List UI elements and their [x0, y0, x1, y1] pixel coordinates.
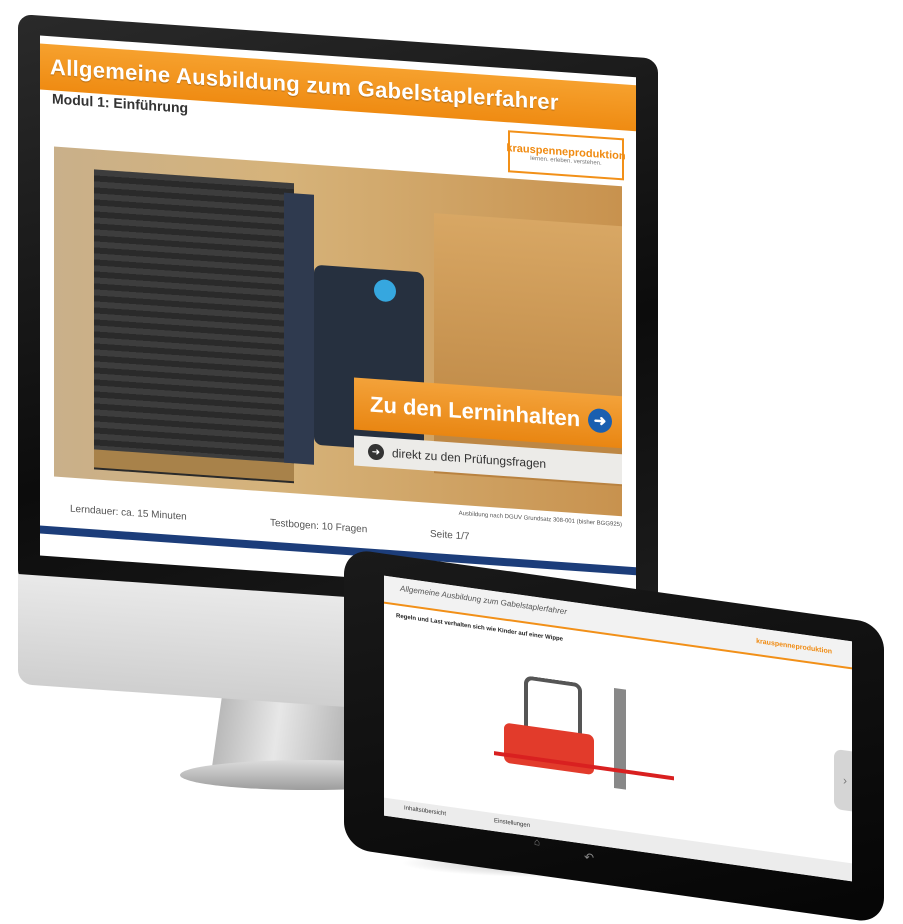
page-indicator: Seite 1/7: [430, 528, 470, 543]
arrow-right-icon: ➜: [368, 443, 384, 461]
duration-text: Lerndauer: ca. 15 Minuten: [70, 503, 187, 523]
tablet-screen: Allgemeine Ausbildung zum Gabelstaplerfa…: [384, 575, 852, 882]
next-page-tab[interactable]: ›: [834, 748, 852, 812]
wrapped-pallet: [94, 169, 294, 484]
hero-image: Zu den Lerninhalten ➜ ➜ direkt zu den Pr…: [54, 146, 622, 517]
brand-logo: krauspenneproduktion lernen. erleben. ve…: [506, 130, 626, 181]
home-icon[interactable]: ⌂: [534, 837, 540, 849]
arrow-right-icon: ➜: [588, 407, 612, 434]
tablet-nav-settings[interactable]: Einstellungen: [494, 818, 530, 829]
forklift-illustration: [494, 671, 674, 806]
monitor-screen: Allgemeine Ausbildung zum Gabelstaplerfa…: [40, 35, 636, 598]
test-text: Testbogen: 10 Fragen: [270, 517, 368, 536]
driver-helmet: [374, 278, 396, 303]
forklift-mast: [284, 192, 314, 465]
to-exam-questions-label: direkt zu den Prüfungsfragen: [392, 446, 547, 471]
tablet-nav-overview[interactable]: Inhaltsübersicht: [404, 805, 446, 817]
forklift-mast: [614, 687, 626, 790]
back-icon[interactable]: ↶: [584, 850, 594, 865]
tablet-brand-logo: krauspenneproduktion: [756, 637, 832, 656]
tablet-course-title: Allgemeine Ausbildung zum Gabelstaplerfa…: [400, 583, 567, 617]
to-learning-content-label: Zu den Lerninhalten: [370, 391, 581, 432]
